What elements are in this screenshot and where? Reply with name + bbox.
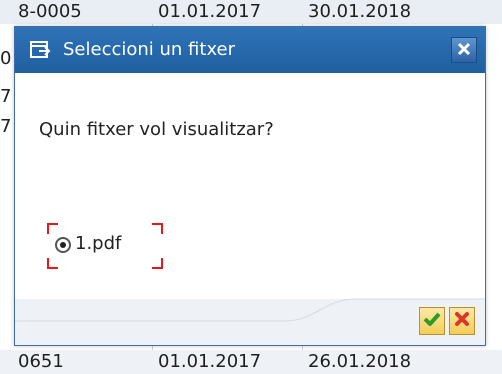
table-cell-fragment: 0 [0, 48, 12, 69]
focus-corner [47, 258, 58, 269]
dialog-footer [15, 298, 485, 345]
table-cell: 30.01.2018 [308, 1, 412, 22]
table-cell: 01.01.2017 [158, 1, 262, 22]
checkmark-icon [423, 311, 441, 331]
file-select-dialog: Seleccioni un fitxer Quin fitxer vol vis… [14, 26, 486, 346]
table-cell: 0651 [18, 351, 64, 372]
focus-corner [152, 258, 163, 269]
table-row: 8-0005 01.01.2017 30.01.2018 [0, 0, 502, 24]
footer-curve [15, 298, 485, 323]
table-cell-fragment: 7 [0, 116, 12, 137]
dialog-window-icon [29, 39, 51, 61]
ok-button[interactable] [419, 307, 445, 335]
table-row: 0651 01.01.2017 26.01.2018 [0, 350, 502, 374]
table-cell: 8-0005 [18, 1, 82, 22]
file-option-1pdf[interactable]: 1.pdf [47, 223, 163, 269]
cancel-x-icon [454, 311, 470, 331]
table-cell-fragment: 7 [0, 86, 12, 107]
table-cell: 01.01.2017 [158, 351, 262, 372]
cancel-button[interactable] [449, 307, 475, 335]
focus-corner [152, 223, 163, 234]
radio-button-selected[interactable] [55, 237, 71, 253]
table-cell: 26.01.2018 [308, 351, 412, 372]
radio-label[interactable]: 1.pdf [75, 233, 121, 254]
dialog-titlebar[interactable]: Seleccioni un fitxer [15, 27, 485, 73]
dialog-title: Seleccioni un fitxer [63, 39, 236, 60]
close-icon [457, 41, 471, 60]
focus-corner [47, 223, 58, 234]
close-button[interactable] [451, 37, 477, 63]
dialog-question: Quin fitxer vol visualitzar? [39, 119, 274, 140]
